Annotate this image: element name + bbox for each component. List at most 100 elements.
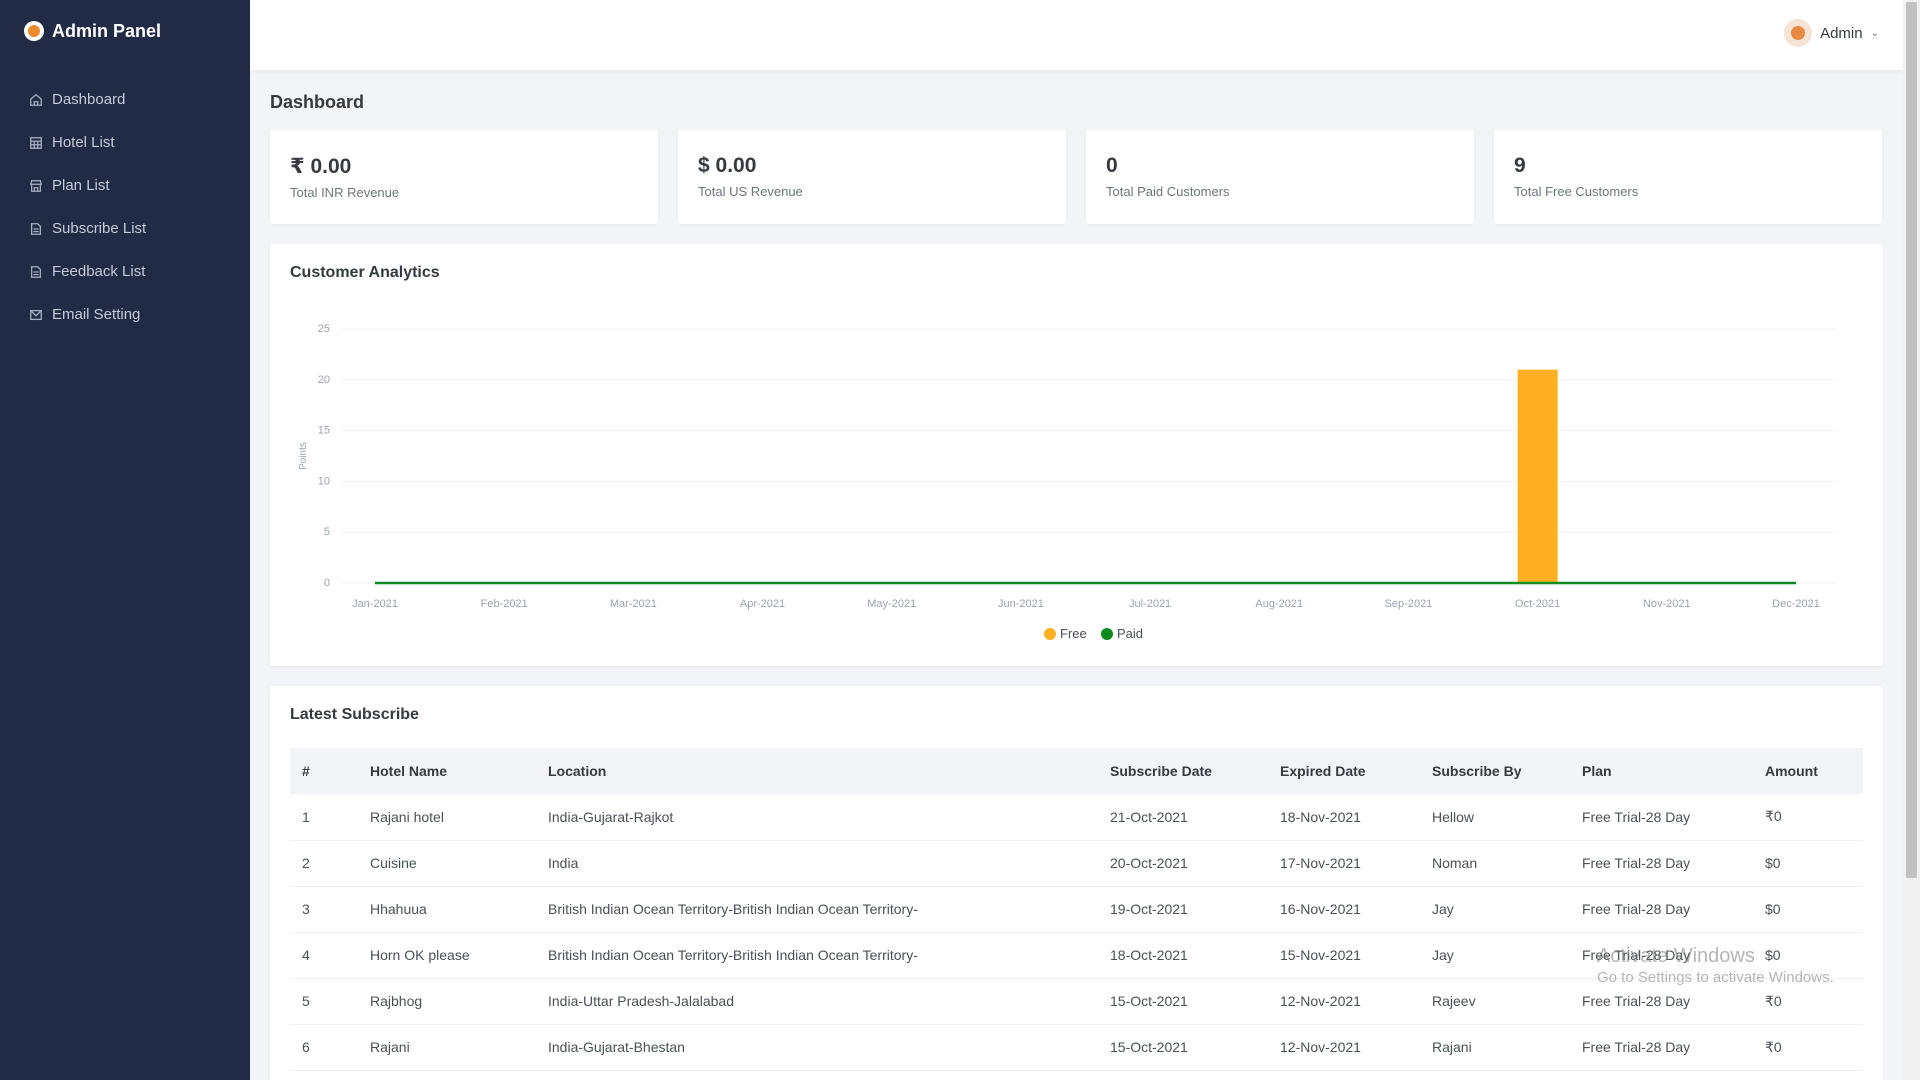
column-header: # xyxy=(302,763,310,779)
table-row[interactable]: 6 Rajani India-Gujarat-Bhestan 15-Oct-2021 1… xyxy=(290,1024,1863,1071)
table-cell: 16-Nov-2021 xyxy=(1268,886,1420,933)
table-cell: India xyxy=(536,840,1098,887)
column-header: Plan xyxy=(1582,763,1612,779)
column-header: Amount xyxy=(1765,763,1818,779)
latest-subscribe-card: Latest Subscribe # Hotel Name Location Subs… xyxy=(270,686,1883,1080)
bar-free xyxy=(1517,369,1558,583)
sidebar: Admin Panel Dashboard Hotel List Plan Li… xyxy=(0,0,250,1080)
table-cell: Hhahuua xyxy=(358,886,536,933)
legend-marker-paid xyxy=(1101,628,1113,640)
legend-label-free: Free xyxy=(1060,626,1087,641)
table-cell: 21-Oct-2021 xyxy=(1098,794,1268,841)
y-axis-label: Points xyxy=(298,442,309,470)
y-tick-label: 10 xyxy=(318,475,330,487)
sidebar-item-label: Hotel List xyxy=(52,134,115,151)
legend-label-paid: Paid xyxy=(1117,626,1143,641)
x-tick-label: Sep-2021 xyxy=(1385,598,1433,610)
sidebar-item-label: Feedback List xyxy=(52,263,146,280)
x-tick-label: Feb-2021 xyxy=(481,598,528,610)
page-scrollbar[interactable] xyxy=(1903,0,1920,1080)
sidebar-item-label: Dashboard xyxy=(52,91,126,108)
sidebar-item-subscribe-list[interactable]: Subscribe List xyxy=(0,207,250,250)
table-cell: ₹0 xyxy=(1753,794,1863,841)
main-content: Dashboard ₹ 0.00 Total INR Revenue $ 0.0… xyxy=(270,70,1883,1080)
table-cell: 15-Oct-2021 xyxy=(1098,978,1268,1025)
table-cell: 3 xyxy=(290,886,358,933)
table-cell: Noman xyxy=(1420,840,1570,887)
mail-icon xyxy=(30,309,42,320)
table-row[interactable]: 1 Rajani hotel India-Gujarat-Rajkot 21-Oct-… xyxy=(290,794,1863,841)
table-row[interactable]: 2 Cuisine India 20-Oct-2021 17-Nov-2021 Noman… xyxy=(290,840,1863,887)
user-name: Admin xyxy=(1820,24,1863,42)
sidebar-item-plan-list[interactable]: Plan List xyxy=(0,164,250,207)
table-cell: Jay xyxy=(1420,932,1570,979)
scrollbar-thumb[interactable] xyxy=(1906,2,1917,878)
y-tick-label: 15 xyxy=(318,425,330,437)
table-cell: Rajani xyxy=(358,1024,536,1071)
card-title: Latest Subscribe xyxy=(290,706,419,723)
table-cell: 19-Oct-2021 xyxy=(1098,886,1268,933)
user-menu[interactable]: Admin ⌄ xyxy=(1784,19,1879,47)
y-tick-label: 0 xyxy=(324,577,330,589)
x-tick-label: Mar-2021 xyxy=(610,598,657,610)
column-header: Subscribe By xyxy=(1432,763,1522,779)
sidebar-item-label: Email Setting xyxy=(52,306,141,323)
sidebar-item-email-setting[interactable]: Email Setting xyxy=(0,293,250,336)
watermark-subtitle: Go to Settings to activate Windows. xyxy=(1597,969,1834,986)
stat-label: Total US Revenue xyxy=(698,184,803,199)
table-cell: Rajani xyxy=(1420,1024,1570,1071)
customer-analytics-card: 0 5 10 15 20 25 Points Jan-2021 Feb-2021 Mar-2021… xyxy=(270,244,1883,666)
table-body: 1 Rajani hotel India-Gujarat-Rajkot 21-Oct-… xyxy=(290,794,1863,1071)
x-tick-label: May-2021 xyxy=(867,598,916,610)
table-cell: India-Gujarat-Bhestan xyxy=(536,1024,1098,1071)
table-cell: Rajbhog xyxy=(358,978,536,1025)
table-cell: 18-Oct-2021 xyxy=(1098,932,1268,979)
x-tick-label: Jun-2021 xyxy=(998,598,1044,610)
sidebar-item-feedback-list[interactable]: Feedback List xyxy=(0,250,250,293)
table-cell: Jay xyxy=(1420,886,1570,933)
table-cell: 5 xyxy=(290,978,358,1025)
x-tick-label: Oct-2021 xyxy=(1515,598,1560,610)
table-icon xyxy=(30,136,42,149)
stat-value: 9 xyxy=(1514,154,1526,177)
table-cell: India-Uttar Pradesh-Jalalabad xyxy=(536,978,1098,1025)
legend-marker-free xyxy=(1044,628,1056,640)
table-cell: Rajeev xyxy=(1420,978,1570,1025)
column-header: Subscribe Date xyxy=(1110,763,1212,779)
avatar xyxy=(1784,19,1813,47)
table-cell: 1 xyxy=(290,794,358,841)
chevron-down-icon: ⌄ xyxy=(1870,27,1879,39)
sidebar-item-dashboard[interactable]: Dashboard xyxy=(0,78,250,121)
column-header: Expired Date xyxy=(1280,763,1366,779)
table-header-row: # Hotel Name Location Subscribe Date Expired… xyxy=(290,748,1863,794)
table-cell: 12-Nov-2021 xyxy=(1268,978,1420,1025)
page-title: Dashboard xyxy=(270,92,365,112)
sidebar-item-hotel-list[interactable]: Hotel List xyxy=(0,121,250,164)
sidebar-item-label: Subscribe List xyxy=(52,220,147,237)
brand[interactable]: Admin Panel xyxy=(0,0,250,62)
table-cell: Hellow xyxy=(1420,794,1570,841)
table-cell: Free Trial-28 Day xyxy=(1570,886,1753,933)
table-cell: India-Gujarat-Rajkot xyxy=(536,794,1098,841)
x-tick-label: Apr-2021 xyxy=(740,598,785,610)
table-cell: 18-Nov-2021 xyxy=(1268,794,1420,841)
stat-value: ₹ 0.00 xyxy=(290,155,352,178)
stat-label: Total Paid Customers xyxy=(1106,184,1230,199)
table-cell: 4 xyxy=(290,932,358,979)
y-tick-label: 5 xyxy=(324,526,330,538)
x-tick-label: Dec-2021 xyxy=(1772,598,1820,610)
stat-label: Total Free Customers xyxy=(1514,184,1639,199)
table-cell: $0 xyxy=(1753,886,1863,933)
stat-card-us-revenue: $ 0.00 Total US Revenue xyxy=(678,130,1066,224)
brand-title: Admin Panel xyxy=(52,20,162,41)
column-header: Hotel Name xyxy=(370,763,448,779)
y-tick-label: 25 xyxy=(318,323,330,335)
table-row[interactable]: 3 Hhahuua British Indian Ocean Territory-B… xyxy=(290,886,1863,933)
table-cell: British Indian Ocean Territory-British I… xyxy=(536,932,1098,979)
table-cell: 15-Nov-2021 xyxy=(1268,932,1420,979)
table-cell: 20-Oct-2021 xyxy=(1098,840,1268,887)
table-cell: 12-Nov-2021 xyxy=(1268,1024,1420,1071)
table-cell: Horn OK please xyxy=(358,932,536,979)
x-tick-label: Jul-2021 xyxy=(1129,598,1171,610)
stats-row: ₹ 0.00 Total INR Revenue $ 0.00 Total US… xyxy=(270,130,1883,224)
